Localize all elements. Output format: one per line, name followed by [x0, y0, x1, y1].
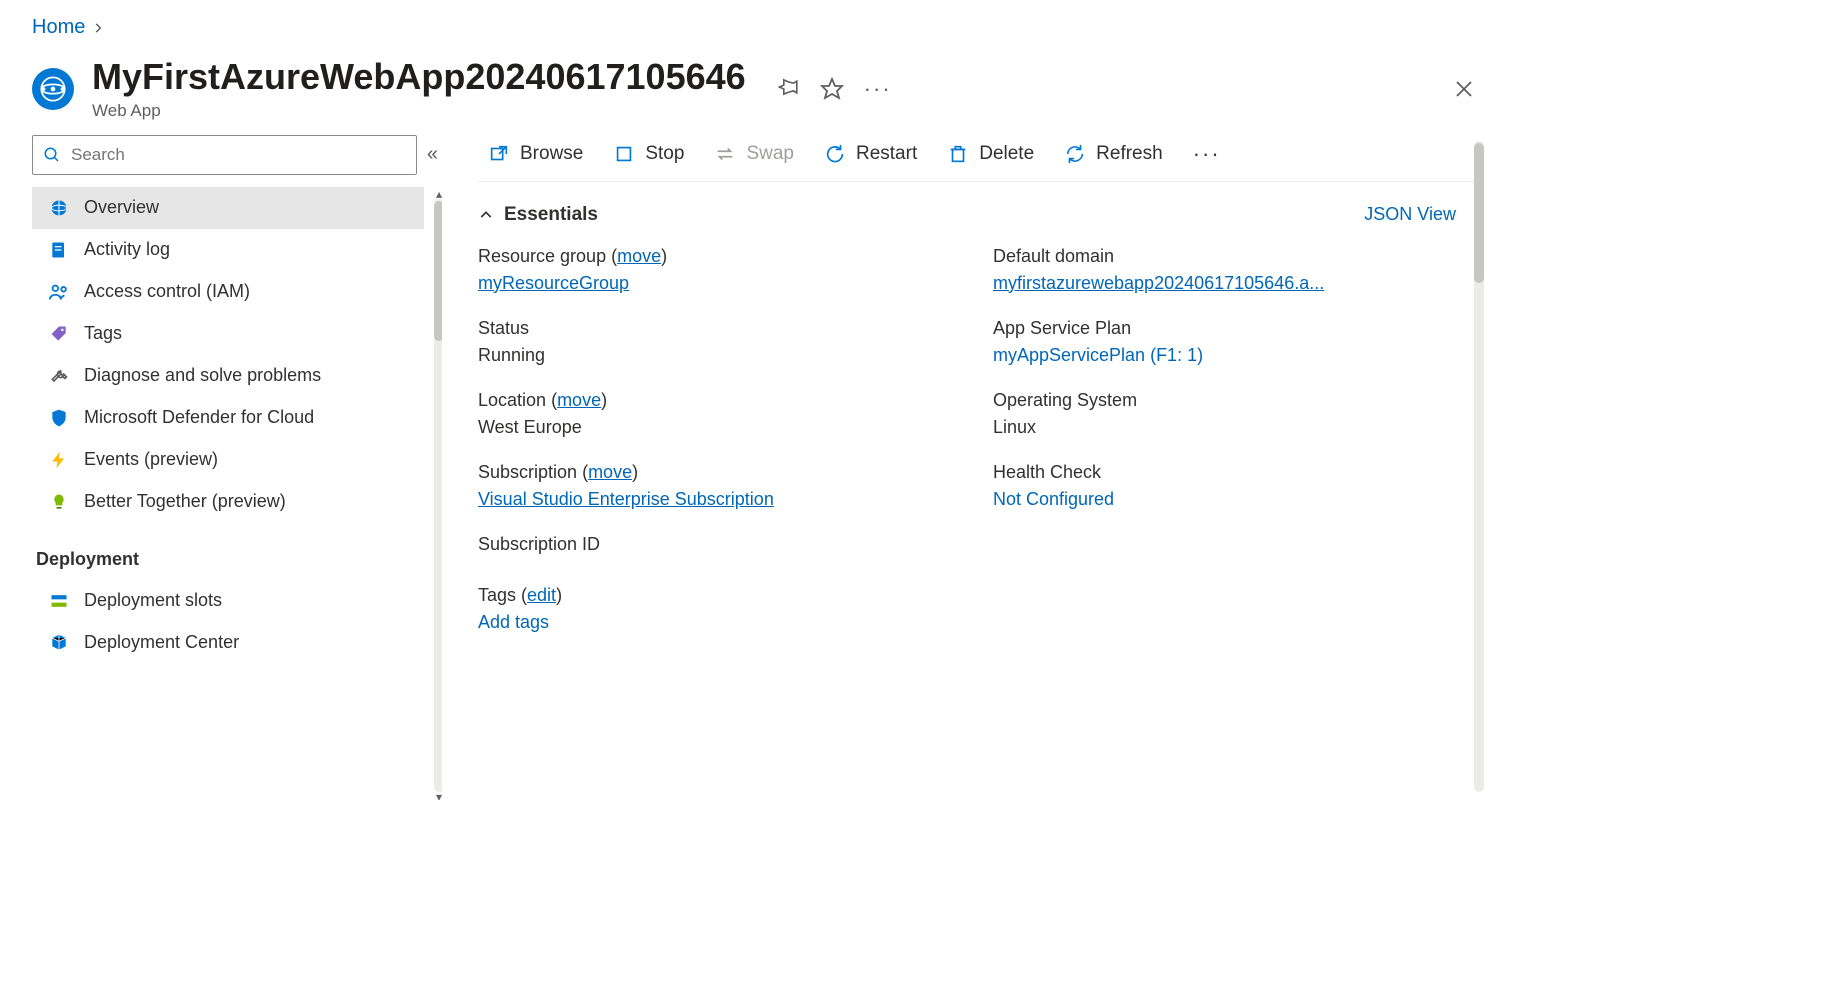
sidebar-item-label: Access control (IAM) — [84, 281, 250, 302]
sidebar-item-diagnose[interactable]: Diagnose and solve problems — [32, 355, 424, 397]
sidebar-item-iam[interactable]: Access control (IAM) — [32, 271, 424, 313]
page-header: MyFirstAzureWebApp20240617105646 Web App… — [32, 57, 1484, 133]
default-domain-label: Default domain — [993, 246, 1478, 267]
swap-button: Swap — [704, 137, 804, 171]
os-label: Operating System — [993, 390, 1478, 411]
health-check-label: Health Check — [993, 462, 1478, 483]
sidebar-section-deployment: Deployment — [32, 523, 424, 580]
location-label: Location (move) — [478, 390, 963, 411]
wrench-icon — [48, 365, 70, 387]
sidebar-item-label: Events (preview) — [84, 449, 218, 470]
trash-icon — [947, 143, 969, 165]
sidebar-item-label: Diagnose and solve problems — [84, 365, 321, 386]
webapp-icon — [32, 68, 74, 110]
subscription-label: Subscription (move) — [478, 462, 963, 483]
toolbar: Browse Stop Swap Restart Delete — [478, 133, 1484, 182]
restart-button[interactable]: Restart — [814, 137, 927, 171]
page-title: MyFirstAzureWebApp20240617105646 — [92, 57, 746, 97]
tags-label: Tags (edit) — [478, 585, 1484, 606]
toolbar-more-button[interactable]: ··· — [1183, 135, 1231, 173]
slots-icon — [48, 590, 70, 612]
star-icon[interactable] — [820, 77, 844, 101]
breadcrumb: Home — [32, 10, 1484, 57]
sidebar-item-activity-log[interactable]: Activity log — [32, 229, 424, 271]
stop-button[interactable]: Stop — [603, 137, 694, 171]
breadcrumb-home[interactable]: Home — [32, 16, 85, 39]
sidebar-item-label: Deployment slots — [84, 590, 222, 611]
sidebar-item-events[interactable]: Events (preview) — [32, 439, 424, 481]
app-service-plan-label: App Service Plan — [993, 318, 1478, 339]
refresh-button[interactable]: Refresh — [1054, 137, 1173, 171]
tag-icon — [48, 323, 70, 345]
sidebar-scrollbar[interactable]: ▴ ▾ — [434, 199, 442, 792]
log-icon — [48, 239, 70, 261]
main-scrollbar[interactable] — [1474, 141, 1484, 792]
scrollbar-thumb[interactable] — [1474, 143, 1484, 283]
bulb-icon — [48, 491, 70, 513]
refresh-icon — [1064, 143, 1086, 165]
sidebar: « Overview Activity log — [32, 133, 442, 800]
close-icon[interactable] — [1452, 77, 1484, 101]
json-view-link[interactable]: JSON View — [1364, 204, 1484, 225]
search-box[interactable] — [32, 135, 417, 175]
subscription-id-label: Subscription ID — [478, 534, 963, 555]
chevron-right-icon — [91, 21, 105, 35]
more-icon[interactable]: ··· — [864, 76, 892, 102]
location-value: West Europe — [478, 417, 963, 438]
delete-button[interactable]: Delete — [937, 137, 1044, 171]
sidebar-item-deployment-center[interactable]: Deployment Center — [32, 622, 424, 664]
sidebar-item-label: Overview — [84, 197, 159, 218]
edit-tags-link[interactable]: edit — [527, 585, 556, 605]
resource-group-value[interactable]: myResourceGroup — [478, 273, 963, 294]
shield-icon — [48, 407, 70, 429]
scrollbar-thumb[interactable] — [434, 201, 442, 341]
sidebar-item-overview[interactable]: Overview — [32, 187, 424, 229]
chevron-up-icon — [478, 207, 494, 223]
collapse-sidebar-icon[interactable]: « — [427, 143, 438, 166]
os-value: Linux — [993, 417, 1478, 438]
page-subtitle: Web App — [92, 101, 746, 121]
move-resource-group-link[interactable]: move — [617, 246, 661, 266]
stop-icon — [613, 143, 635, 165]
health-check-value[interactable]: Not Configured — [993, 489, 1478, 510]
external-link-icon — [488, 143, 510, 165]
move-location-link[interactable]: move — [557, 390, 601, 410]
sidebar-item-defender[interactable]: Microsoft Defender for Cloud — [32, 397, 424, 439]
app-service-plan-value[interactable]: myAppServicePlan (F1: 1) — [993, 345, 1478, 366]
restart-icon — [824, 143, 846, 165]
browse-button[interactable]: Browse — [478, 137, 593, 171]
default-domain-value[interactable]: myfirstazurewebapp20240617105646.a... — [993, 273, 1478, 294]
essentials-grid: Resource group (move) myResourceGroup De… — [478, 234, 1478, 555]
people-icon — [48, 281, 70, 303]
cube-icon — [48, 632, 70, 654]
add-tags-link[interactable]: Add tags — [478, 612, 1484, 633]
subscription-value[interactable]: Visual Studio Enterprise Subscription — [478, 489, 963, 510]
main-content: Browse Stop Swap Restart Delete — [442, 133, 1484, 800]
status-label: Status — [478, 318, 963, 339]
resource-group-label: Resource group (move) — [478, 246, 963, 267]
move-subscription-link[interactable]: move — [588, 462, 632, 482]
status-value: Running — [478, 345, 963, 366]
search-input[interactable] — [69, 144, 406, 166]
sidebar-item-tags[interactable]: Tags — [32, 313, 424, 355]
pin-icon[interactable] — [778, 78, 800, 100]
essentials-toggle[interactable]: Essentials — [478, 204, 598, 226]
sidebar-item-better-together[interactable]: Better Together (preview) — [32, 481, 424, 523]
sidebar-item-deployment-slots[interactable]: Deployment slots — [32, 580, 424, 622]
search-icon — [43, 146, 61, 164]
sidebar-item-label: Microsoft Defender for Cloud — [84, 407, 314, 428]
globe-icon — [48, 197, 70, 219]
swap-icon — [714, 143, 736, 165]
sidebar-item-label: Deployment Center — [84, 632, 239, 653]
bolt-icon — [48, 449, 70, 471]
sidebar-item-label: Activity log — [84, 239, 170, 260]
sidebar-item-label: Better Together (preview) — [84, 491, 286, 512]
sidebar-item-label: Tags — [84, 323, 122, 344]
